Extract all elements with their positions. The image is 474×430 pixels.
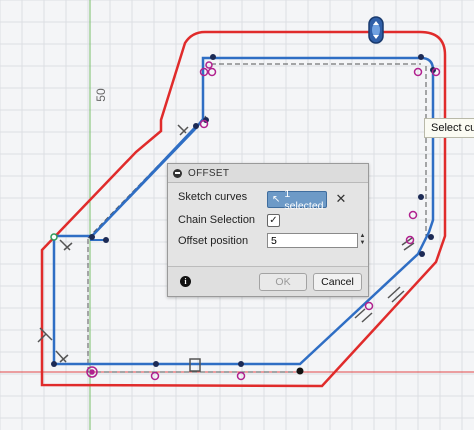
dialog-header[interactable]: OFFSET xyxy=(168,164,368,183)
offset-position-row: Offset position ▲▼ xyxy=(178,233,365,248)
dialog-title: OFFSET xyxy=(188,167,230,179)
pointer-cursor-icon: ↖ xyxy=(272,194,281,205)
info-icon[interactable]: i xyxy=(180,276,191,287)
selection-count: 1 selected xyxy=(284,187,324,212)
chain-selection-checkbox[interactable]: ✓ xyxy=(267,214,280,227)
offset-position-label: Offset position xyxy=(178,235,249,247)
chain-selection-label: Chain Selection xyxy=(178,214,256,226)
chain-selection-row: Chain Selection ✓ xyxy=(178,214,280,227)
dimension-label[interactable]: 50 xyxy=(91,85,111,105)
dialog-footer: i OK Cancel xyxy=(168,266,368,296)
sketch-curves-selection-button[interactable]: ↖ 1 selected xyxy=(267,188,327,212)
offset-position-input[interactable] xyxy=(267,233,358,248)
sketch-curves-row: Sketch curves ↖ 1 selected ✕ xyxy=(178,188,346,212)
offset-position-spinner[interactable]: ▲ ▼ xyxy=(358,233,367,248)
close-icon[interactable]: ✕ xyxy=(335,192,347,206)
ok-button[interactable]: OK xyxy=(259,273,307,291)
cancel-button[interactable]: Cancel xyxy=(313,273,362,291)
checkmark-icon: ✓ xyxy=(269,215,278,226)
view-orbit-handle-icon[interactable] xyxy=(368,16,384,44)
selection-tooltip: Select cu xyxy=(424,118,474,138)
offset-dialog: OFFSET Sketch curves ↖ 1 selected ✕ Chai… xyxy=(167,163,369,297)
sketch-curves-label: Sketch curves xyxy=(178,191,248,203)
minus-circle-icon[interactable] xyxy=(173,168,182,178)
